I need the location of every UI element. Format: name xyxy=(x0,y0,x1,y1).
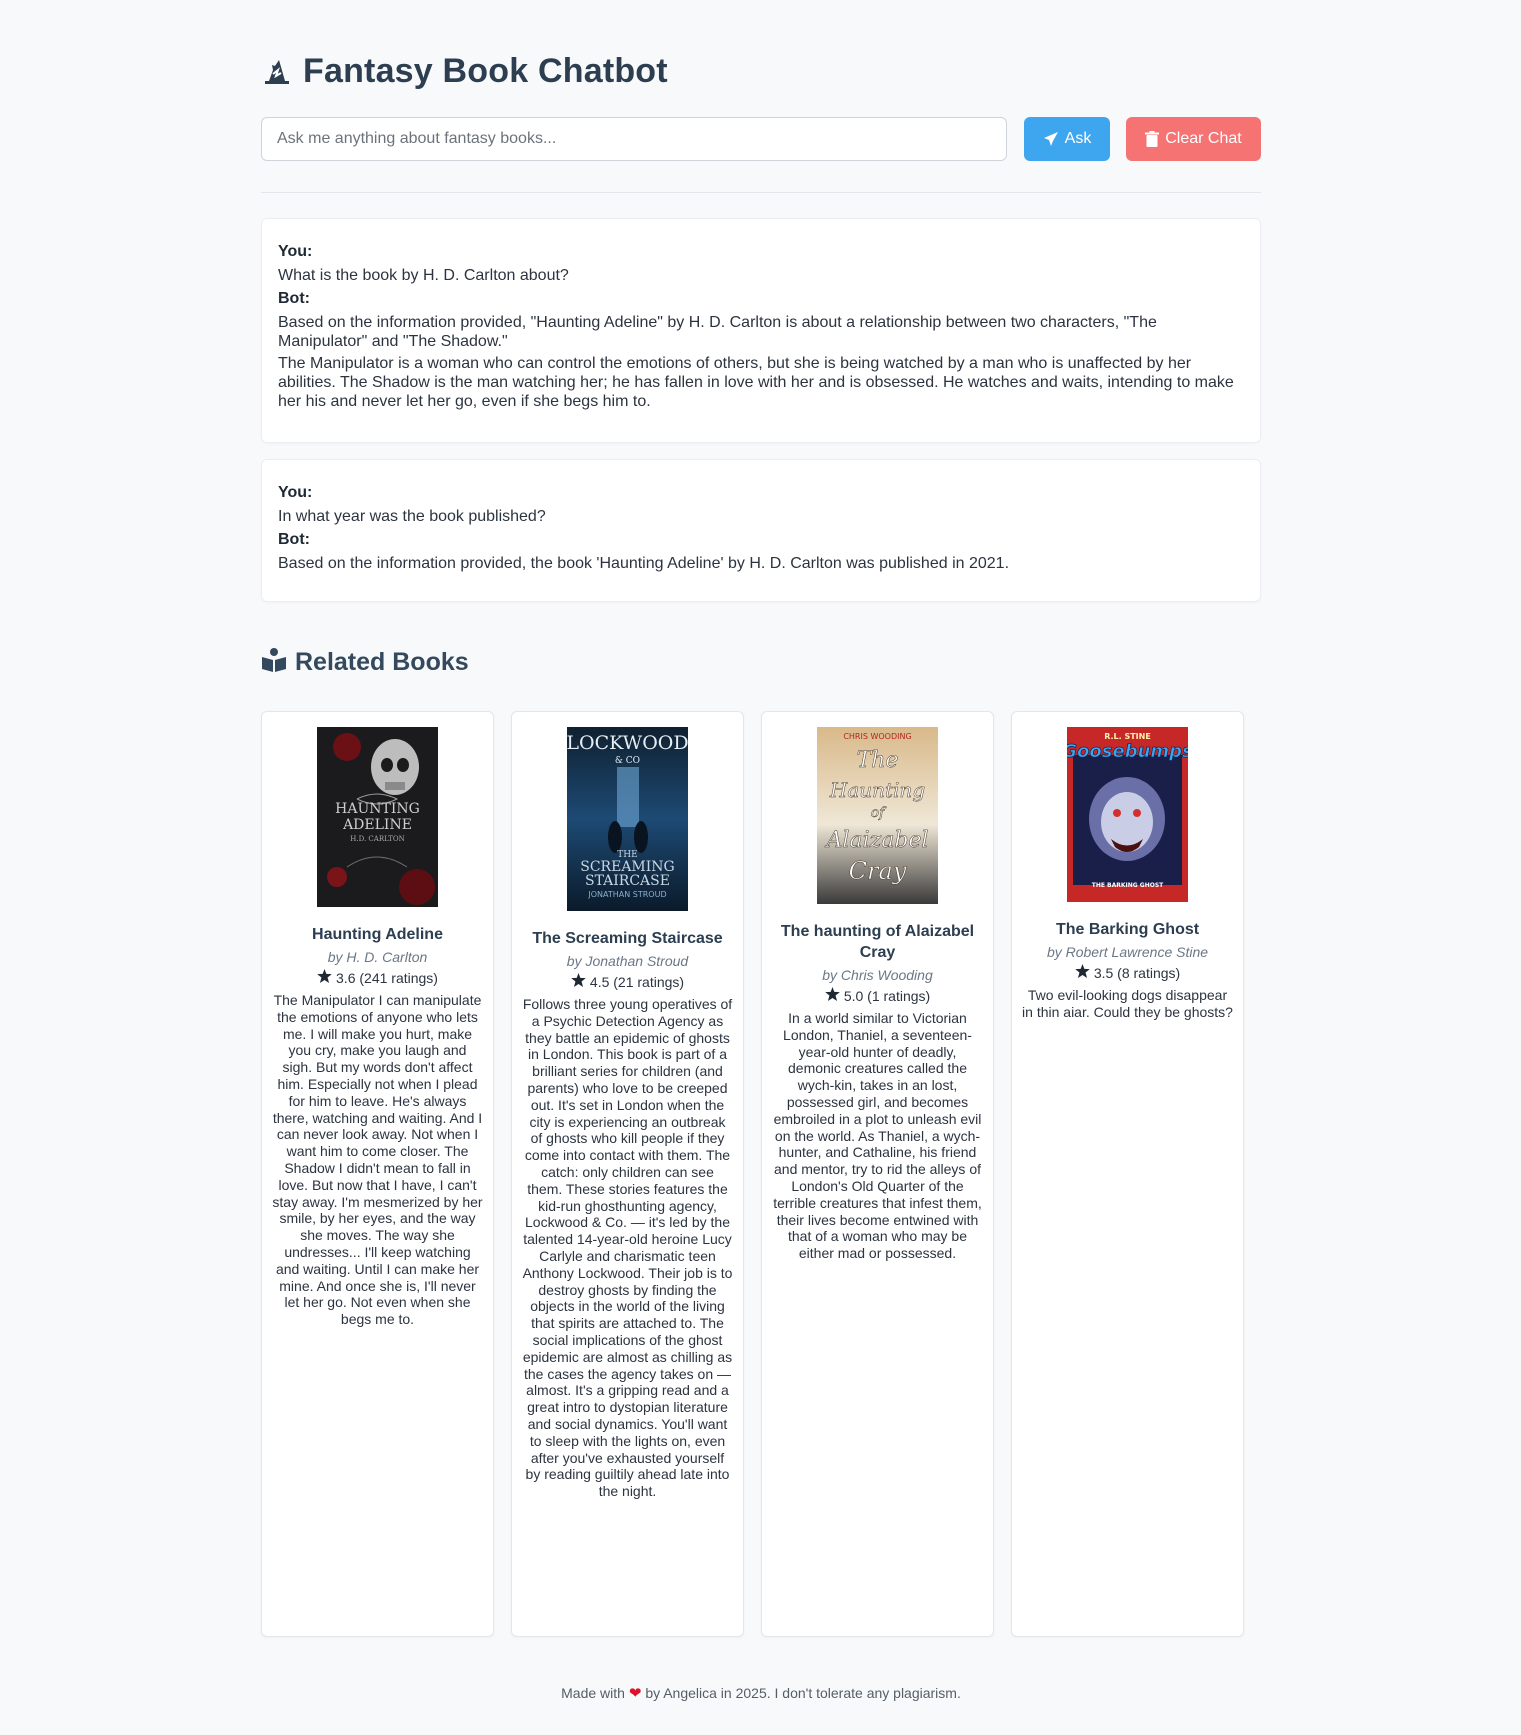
book-card[interactable]: R.L. STINE Goosebumps THE BARKING GHOST … xyxy=(1011,711,1244,1637)
user-question: What is the book by H. D. Carlton about? xyxy=(278,267,569,284)
cover-title-line: ADELINE xyxy=(342,817,412,833)
cover-title-line: & CO xyxy=(615,756,640,766)
user-question: In what year was the book published? xyxy=(278,508,546,525)
you-label: You: xyxy=(278,484,313,501)
rating-text: 3.5 (8 ratings) xyxy=(1093,965,1181,981)
bot-label: Bot: xyxy=(278,531,310,548)
trash-icon xyxy=(1145,131,1160,147)
rating-text: 4.5 (21 ratings) xyxy=(589,974,685,990)
chat-message: You: In what year was the book published… xyxy=(261,459,1261,602)
clear-chat-button[interactable]: Clear Chat xyxy=(1126,117,1261,161)
paper-plane-icon xyxy=(1043,131,1059,147)
related-books-list: HAUNTING ADELINE H.D. CARLTON Haunting A… xyxy=(261,711,1261,1637)
star-icon xyxy=(825,987,840,1006)
divider xyxy=(261,192,1261,193)
book-title: The Screaming Staircase xyxy=(532,930,723,947)
bot-answer-paragraph: Based on the information provided, "Haun… xyxy=(278,314,1157,350)
cover-author-line: CHRIS WOODING xyxy=(843,732,911,741)
footer-text-after: by Angelica in 2025. I don't tolerate an… xyxy=(645,1685,961,1701)
bot-label: Bot: xyxy=(278,290,310,307)
rating-text: 3.6 (241 ratings) xyxy=(336,970,438,986)
bot-answer-paragraph: Based on the information provided, the b… xyxy=(278,555,1010,572)
clear-chat-label: Clear Chat xyxy=(1165,130,1242,147)
open-book-reader-icon xyxy=(261,648,287,677)
cover-title-line: STAIRCASE xyxy=(585,873,670,889)
cover-title-line: Cray xyxy=(849,857,907,885)
book-author: by Chris Wooding xyxy=(822,967,933,983)
you-label: You: xyxy=(278,243,313,260)
cover-author-line: JONATHAN STROUD xyxy=(587,890,666,899)
cover-title-line: HAUNTING xyxy=(335,801,420,817)
related-books-title: Related Books xyxy=(295,648,469,676)
book-author: by H. D. Carlton xyxy=(327,949,428,965)
related-books-heading: Related Books xyxy=(261,648,469,677)
ask-button[interactable]: Ask xyxy=(1024,117,1110,161)
book-cover-image: HAUNTING ADELINE H.D. CARLTON xyxy=(317,727,438,907)
book-card[interactable]: LOCKWOOD & CO THE SCREAMING STAIRCASE JO… xyxy=(511,711,744,1637)
book-description: The Manipulator I can manipulate the emo… xyxy=(272,992,483,1328)
footer: Made with ❤ by Angelica in 2025. I don't… xyxy=(261,1684,1261,1702)
star-icon xyxy=(1075,964,1090,983)
book-title: Haunting Adeline xyxy=(312,926,443,943)
book-description: In a world similar to Victorian London, … xyxy=(773,1010,982,1262)
book-cover-image: R.L. STINE Goosebumps THE BARKING GHOST xyxy=(1067,727,1188,902)
book-rating: 4.5 (21 ratings) xyxy=(522,973,733,992)
book-title: The Barking Ghost xyxy=(1055,921,1200,938)
book-description: Follows three young operatives of a Psyc… xyxy=(522,996,733,1500)
heart-icon: ❤ xyxy=(628,1685,642,1702)
cover-title-line: LOCKWOOD xyxy=(567,732,688,754)
book-description: Two evil-looking dogs disappear in thin … xyxy=(1022,987,1233,1020)
book-rating: 3.6 (241 ratings) xyxy=(272,969,483,988)
page-header: Fantasy Book Chatbot xyxy=(261,52,668,91)
star-icon xyxy=(571,973,586,992)
cover-author-line: H.D. CARLTON xyxy=(350,835,404,843)
cover-title-line: The xyxy=(857,748,899,773)
ask-button-label: Ask xyxy=(1064,130,1092,147)
book-card[interactable]: CHRIS WOODING The Haunting of Alaizabel … xyxy=(761,711,994,1637)
book-author: by Jonathan Stroud xyxy=(566,953,689,969)
book-rating: 5.0 (1 ratings) xyxy=(772,987,983,1006)
cover-title-line: THE BARKING GHOST xyxy=(1092,882,1164,889)
question-input[interactable] xyxy=(261,117,1007,161)
page-title: Fantasy Book Chatbot xyxy=(303,52,668,90)
book-card[interactable]: HAUNTING ADELINE H.D. CARLTON Haunting A… xyxy=(261,711,494,1637)
cover-title-line: Alaizabel xyxy=(825,828,929,853)
rating-text: 5.0 (1 ratings) xyxy=(843,988,931,1004)
footer-text-before: Made with xyxy=(561,1685,625,1701)
bot-answer-paragraph: The Manipulator is a woman who can contr… xyxy=(278,355,1234,410)
book-author: by Robert Lawrence Stine xyxy=(1046,944,1209,960)
star-icon xyxy=(317,969,332,988)
cover-author-line: R.L. STINE xyxy=(1104,732,1151,741)
book-cover-image: LOCKWOOD & CO THE SCREAMING STAIRCASE JO… xyxy=(567,727,688,911)
wizard-hat-icon xyxy=(261,56,293,88)
cover-title-line: Haunting xyxy=(829,778,925,802)
book-title: The haunting of Alaizabel Cray xyxy=(780,923,975,961)
cover-title-line: Goosebumps xyxy=(1067,741,1188,762)
book-rating: 3.5 (8 ratings) xyxy=(1022,964,1233,983)
chat-message: You: What is the book by H. D. Carlton a… xyxy=(261,218,1261,443)
ask-bar: Ask Clear Chat xyxy=(261,117,1261,161)
book-cover-image: CHRIS WOODING The Haunting of Alaizabel … xyxy=(817,727,938,904)
